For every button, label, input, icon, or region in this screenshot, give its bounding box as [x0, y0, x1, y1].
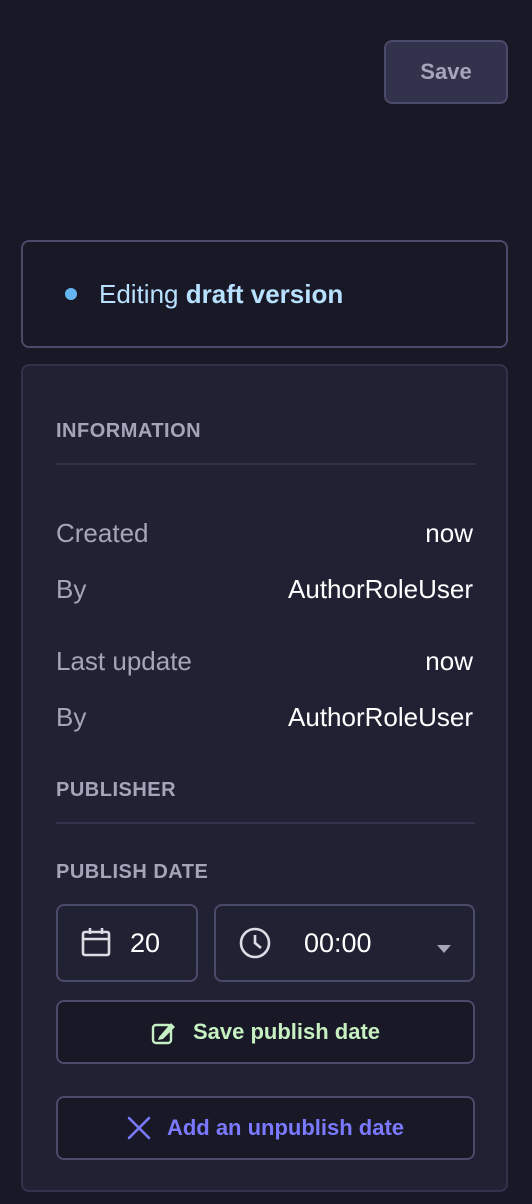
created-by-value: AuthorRoleUser: [288, 574, 473, 604]
publish-date-input[interactable]: 20: [56, 904, 198, 982]
editing-status-banner: Editing draft version: [21, 240, 508, 348]
updated-by-value: AuthorRoleUser: [288, 702, 473, 732]
information-heading: INFORMATION: [56, 420, 202, 442]
publisher-divider: [56, 822, 475, 824]
publish-time-value: 00:00: [304, 928, 372, 958]
created-by-label: By: [56, 574, 87, 604]
status-emphasis: draft version: [185, 278, 344, 309]
calendar-icon: [80, 926, 112, 963]
last-update-value: now: [425, 646, 473, 676]
caret-down-icon: [437, 940, 451, 958]
status-dot: [65, 288, 77, 300]
publisher-heading: PUBLISHER: [56, 779, 177, 801]
add-unpublish-date-button[interactable]: Add an unpublish date: [56, 1096, 475, 1160]
add-unpublish-date-label: Add an unpublish date: [166, 1115, 405, 1140]
close-icon: [127, 1116, 151, 1140]
save-publish-date-label: Save publish date: [192, 1019, 381, 1044]
save-publish-date-button[interactable]: Save publish date: [56, 1000, 475, 1064]
publish-date-value: 20: [130, 928, 161, 958]
pen-icon: [151, 1019, 177, 1045]
last-update-label: Last update: [56, 646, 192, 676]
information-divider: [56, 463, 475, 465]
status-prefix: Editing: [99, 278, 179, 309]
editing-status-text: Editing draft version: [99, 279, 343, 310]
publish-time-select[interactable]: 00:00: [214, 904, 475, 982]
updated-by-label: By: [56, 702, 87, 732]
created-label: Created: [56, 518, 149, 548]
created-value: now: [425, 518, 473, 548]
publish-date-label: PUBLISH DATE: [56, 861, 209, 883]
clock-icon: [238, 926, 272, 965]
save-button[interactable]: Save: [384, 40, 508, 104]
information-panel: INFORMATION Created now By AuthorRoleUse…: [21, 364, 508, 1192]
